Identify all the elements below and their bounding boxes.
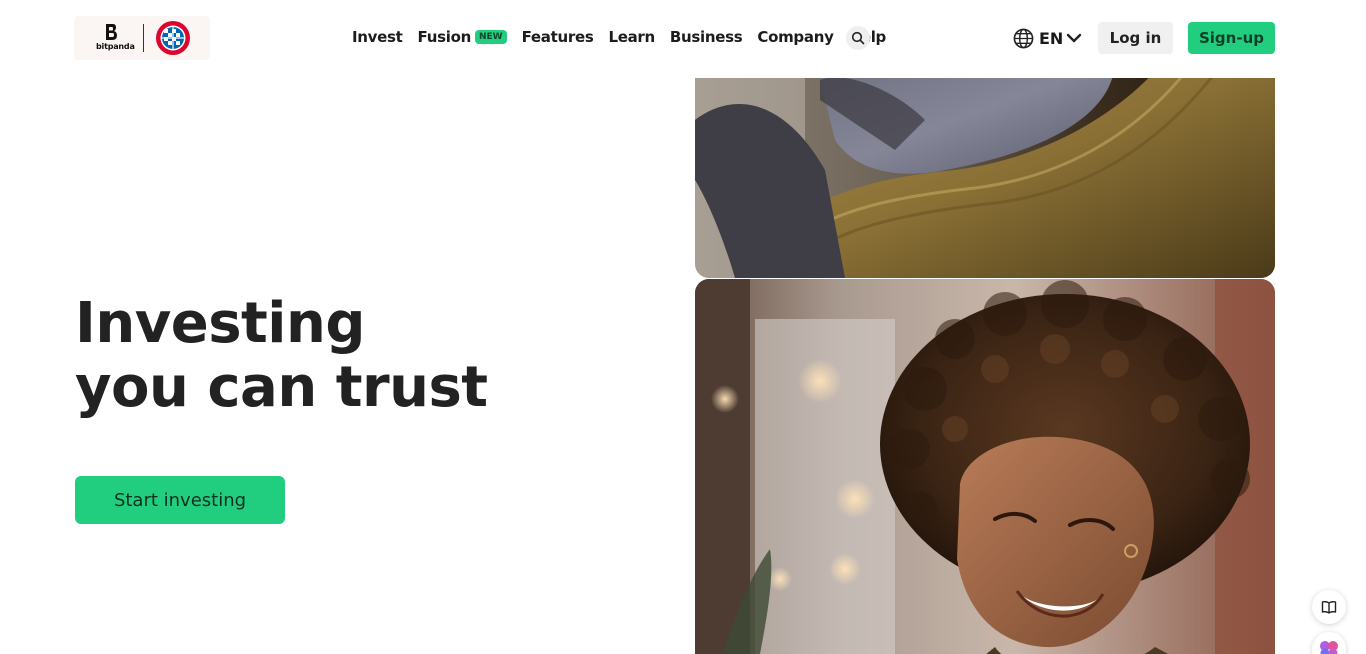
nav-item-label: Fusion xyxy=(417,28,472,46)
site-header: bitpanda Invest Fusion NEW Features Lear… xyxy=(0,0,1366,78)
brand-logo[interactable]: bitpanda xyxy=(74,16,210,60)
nav-item-features[interactable]: Features xyxy=(522,28,594,46)
fc-bayern-crest-icon xyxy=(156,21,190,55)
signup-button[interactable]: Sign-up xyxy=(1188,22,1275,54)
brand-name: bitpanda xyxy=(96,42,135,51)
nav-item-label: Business xyxy=(669,28,743,46)
hero-title-line-2: you can trust xyxy=(75,355,488,420)
chevron-down-icon xyxy=(1067,33,1082,43)
guide-widget-button[interactable] xyxy=(1312,590,1346,624)
search-button[interactable] xyxy=(846,26,870,50)
woman-photo xyxy=(695,279,1275,654)
nav-item-label: Learn xyxy=(608,28,655,46)
nav-item-company[interactable]: Company xyxy=(757,28,833,46)
hero-title: Investing you can trust xyxy=(75,292,488,420)
nav-item-label: Features xyxy=(521,28,594,46)
search-icon xyxy=(851,31,865,45)
nav-item-label: Company xyxy=(757,28,834,46)
hero-image-bottom xyxy=(695,279,1275,654)
start-investing-button[interactable]: Start investing xyxy=(75,476,285,524)
assistant-widget-button[interactable] xyxy=(1312,632,1346,654)
globe-icon xyxy=(1013,28,1034,48)
login-button[interactable]: Log in xyxy=(1098,22,1173,54)
language-code: EN xyxy=(1039,28,1064,48)
nav-item-learn[interactable]: Learn xyxy=(608,28,655,46)
nav-item-invest[interactable]: Invest xyxy=(352,28,403,46)
chair-photo xyxy=(695,60,1275,278)
bitpanda-logo-icon xyxy=(106,24,117,40)
nav-item-label: Invest xyxy=(352,28,403,46)
nav-item-fusion[interactable]: Fusion NEW xyxy=(418,28,507,46)
nav-item-business[interactable]: Business xyxy=(670,28,743,46)
main-nav: Invest Fusion NEW Features Learn Busines… xyxy=(352,26,901,48)
book-icon xyxy=(1321,601,1337,614)
logo-divider xyxy=(143,24,144,52)
brain-icon xyxy=(1320,641,1338,654)
language-selector[interactable]: EN xyxy=(1013,26,1082,50)
hero-image-top xyxy=(695,60,1275,278)
hero-title-line-1: Investing xyxy=(75,291,365,356)
new-badge: NEW xyxy=(474,30,507,44)
